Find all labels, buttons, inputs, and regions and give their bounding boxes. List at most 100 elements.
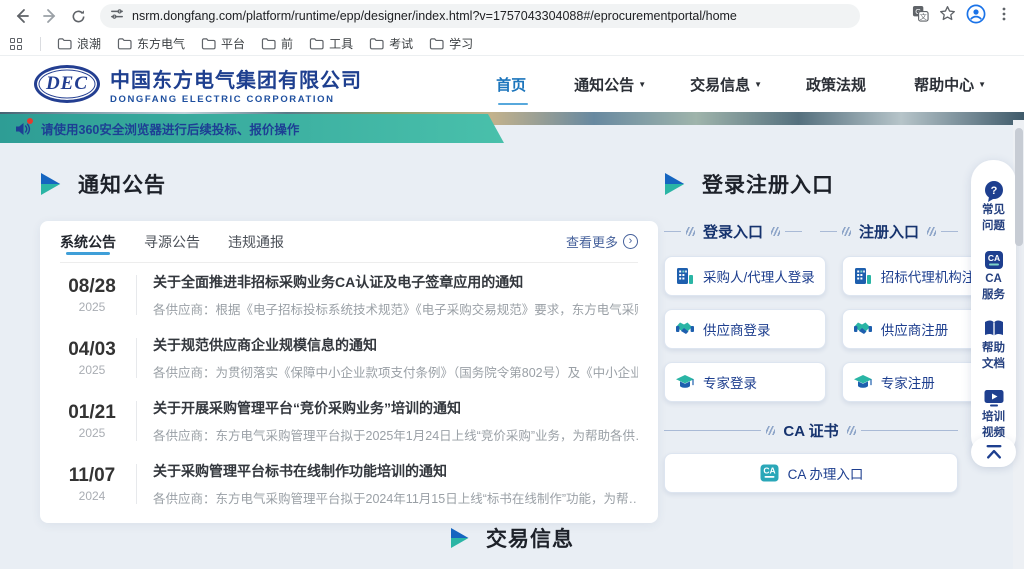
bookmark-label: 东方电气 (137, 35, 185, 52)
bookmark-folder[interactable]: 平台 (201, 35, 245, 52)
bookmark-folder[interactable]: 学习 (429, 35, 473, 52)
register-group-header: 注册入口 (820, 221, 958, 242)
bookmark-star-icon[interactable] (939, 5, 956, 27)
notice-year: 2025 (60, 363, 124, 377)
company-name-en: DONGFANG ELECTRIC CORPORATION (110, 94, 362, 105)
sidebar-label: 服务 (982, 288, 1005, 304)
graduation-cap-icon (675, 372, 695, 392)
chevron-down-icon: ▼ (754, 80, 762, 89)
section-title: 登录注册入口 (702, 169, 834, 199)
nav-help-center[interactable]: 帮助中心▼ (914, 68, 986, 101)
bookmark-label: 浪潮 (77, 35, 101, 52)
section-arrow-icon (450, 528, 472, 548)
folder-icon (309, 37, 324, 50)
notice-row[interactable]: 08/282025 关于全面推进非招标采购业务CA认证及电子签章应用的通知 各供… (60, 263, 638, 326)
back-to-top-button[interactable] (971, 437, 1016, 467)
notice-row[interactable]: 01/212025 关于开展采购管理平台“竞价采购业务”培训的通知 各供应商：东… (60, 389, 638, 452)
main-nav: 首页 通知公告▼ 交易信息▼ 政策法规 帮助中心▼ (496, 68, 986, 101)
nav-trade-info[interactable]: 交易信息▼ (690, 68, 762, 101)
main-content: 通知公告 系统公告 寻源公告 违规通报 查看更多 › 08/282025 关于全… (0, 125, 1024, 549)
divider (136, 464, 137, 504)
faq-shortcut[interactable]: ? 常见 问题 (982, 172, 1006, 241)
book-icon (982, 317, 1006, 341)
expert-login-button[interactable]: 专家登录 (664, 362, 826, 402)
bookmark-folder[interactable]: 考试 (369, 35, 413, 52)
reload-icon[interactable] (66, 4, 90, 28)
svg-text:文: 文 (920, 12, 927, 21)
url-bar[interactable]: nsrm.dongfang.com/platform/runtime/epp/d… (100, 4, 860, 28)
notice-title[interactable]: 关于规范供应商企业规模信息的通知 (153, 335, 638, 355)
bookmark-folder[interactable]: 工具 (309, 35, 353, 52)
purchaser-login-button[interactable]: 采购人/代理人登录 (664, 256, 826, 296)
collapse-top-icon (983, 443, 1005, 461)
ca-apply-button[interactable]: CA CA 办理入口 (664, 453, 958, 493)
tab-sourcing-notices[interactable]: 寻源公告 (144, 221, 200, 262)
chevron-down-icon: ▼ (638, 80, 646, 89)
profile-avatar-icon[interactable] (966, 4, 986, 29)
company-logo[interactable]: DEC 中国东方电气集团有限公司 DONGFANG ELECTRIC CORPO… (34, 64, 362, 105)
company-name-cn: 中国东方电气集团有限公司 (110, 64, 362, 93)
view-more-link[interactable]: 查看更多 › (566, 232, 638, 251)
bookmark-label: 平台 (221, 35, 245, 52)
translate-icon[interactable]: G文 (912, 5, 929, 27)
sidebar-label: 文档 (982, 357, 1005, 373)
site-info-icon[interactable] (110, 7, 124, 26)
sidebar-label: 常见 (982, 203, 1005, 219)
sidebar-label: 帮助 (982, 341, 1005, 357)
nav-home[interactable]: 首页 (496, 68, 530, 101)
divider (40, 37, 41, 51)
divider (136, 275, 137, 315)
folder-icon (429, 37, 444, 50)
chevron-right-circle-icon: › (623, 234, 638, 249)
notice-title[interactable]: 关于采购管理平台标书在线制作功能培训的通知 (153, 461, 638, 481)
floating-sidebar: ? 常见 问题 CA CA 服务 帮助 文档 培训 视频 (971, 160, 1016, 458)
bookmark-folder[interactable]: 东方电气 (117, 35, 185, 52)
notice-title[interactable]: 关于开展采购管理平台“竞价采购业务”培训的通知 (153, 398, 638, 418)
folder-icon (261, 37, 276, 50)
forward-icon[interactable] (38, 4, 62, 28)
video-player-icon (982, 386, 1006, 410)
tab-system-notices[interactable]: 系统公告 (60, 221, 116, 262)
svg-text:?: ? (990, 185, 997, 197)
login-section-header: 登录注册入口 (664, 169, 958, 199)
notice-year: 2024 (60, 489, 124, 503)
bookmarks-bar: 浪潮 东方电气 平台 前 工具 考试 学习 (0, 32, 1024, 56)
supplier-login-button[interactable]: 供应商登录 (664, 309, 826, 349)
notice-title[interactable]: 关于全面推进非招标采购业务CA认证及电子签章应用的通知 (153, 272, 638, 292)
divider (136, 338, 137, 378)
notice-row[interactable]: 04/032025 关于规范供应商企业规模信息的通知 各供应商：为贯彻落实《保障… (60, 326, 638, 389)
ca-group-header: CA 证书 (664, 420, 958, 441)
bookmark-label: 学习 (449, 35, 473, 52)
svg-text:CA: CA (763, 466, 775, 476)
handshake-icon (675, 319, 695, 339)
notice-desc: 各供应商：东方电气采购管理平台拟于2025年1月24日上线“竞价采购”业务，为帮… (153, 425, 638, 444)
ca-card-icon: CA (982, 248, 1006, 272)
organization-icon (675, 266, 695, 286)
back-icon[interactable] (10, 4, 34, 28)
nav-notices[interactable]: 通知公告▼ (574, 68, 646, 101)
bookmark-label: 工具 (329, 35, 353, 52)
ca-service-shortcut[interactable]: CA CA 服务 (982, 241, 1006, 310)
notice-row[interactable]: 11/072024 关于采购管理平台标书在线制作功能培训的通知 各供应商：东方电… (60, 452, 638, 515)
bookmark-folder[interactable]: 浪潮 (57, 35, 101, 52)
section-arrow-icon (40, 173, 64, 195)
scrollbar-thumb[interactable] (1015, 128, 1023, 246)
bookmark-folder[interactable]: 前 (261, 35, 293, 52)
folder-icon (57, 37, 72, 50)
section-arrow-icon (664, 173, 688, 195)
apps-grid-icon[interactable] (10, 38, 22, 50)
url-text[interactable]: nsrm.dongfang.com/platform/runtime/epp/d… (132, 9, 737, 23)
tab-violation-reports[interactable]: 违规通报 (228, 221, 284, 262)
handshake-icon (853, 319, 873, 339)
browser-toolbar: nsrm.dongfang.com/platform/runtime/epp/d… (0, 0, 1024, 32)
section-title: 通知公告 (78, 169, 166, 199)
help-docs-shortcut[interactable]: 帮助 文档 (982, 310, 1006, 379)
notice-desc: 各供应商：东方电气采购管理平台拟于2024年11月15日上线“标书在线制作”功能… (153, 488, 638, 507)
menu-dots-icon[interactable] (996, 6, 1012, 27)
notices-card: 系统公告 寻源公告 违规通报 查看更多 › 08/282025 关于全面推进非招… (40, 221, 658, 523)
nav-policies[interactable]: 政策法规 (806, 68, 870, 101)
ca-badge-icon: CA (759, 463, 780, 483)
notices-section-header: 通知公告 (40, 169, 658, 199)
notice-desc: 各供应商：为贯彻落实《保障中小企业款项支付条例》（国务院令第802号）及《中小企… (153, 362, 638, 381)
divider (136, 401, 137, 441)
